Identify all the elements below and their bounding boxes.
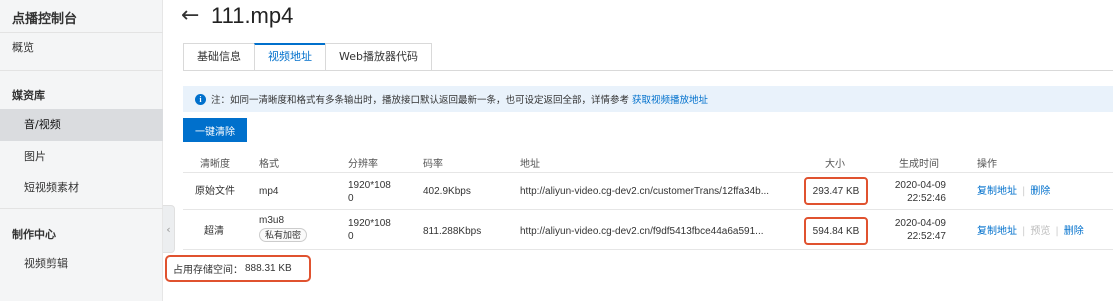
cell-created: 2020-04-09 22:52:46 [889,179,946,205]
notice-banner: i 注：如同一清晰度和格式有多条输出时，播放接口默认返回最新一条，也可设定返回全… [183,86,1113,112]
console-title: 点播控制台 [12,12,78,27]
sidebar-collapse-handle[interactable]: ‹ [163,205,175,253]
table-row: 超清 m3u8 私有加密 1920*108 0 811.288Kbps http… [183,210,1113,250]
col-url: 地址 [520,159,540,170]
sidebar-item-audio-video[interactable]: 音/视频 [0,109,163,141]
created-time: 22:52:46 [907,193,946,204]
divider [0,208,163,209]
cell-actions: 复制地址 | 删除 [977,185,1050,198]
table-row: 原始文件 mp4 1920*108 0 402.9Kbps http://ali… [183,173,1113,210]
back-arrow-icon[interactable]: ← [181,2,199,30]
cell-created: 2020-04-09 22:52:47 [889,217,946,243]
delete-button[interactable]: 删除 [1064,226,1084,237]
sidebar-item-images[interactable]: 图片 [0,141,163,173]
cell-definition: 原始文件 [195,186,235,197]
resolution-line: 1920*108 [348,180,391,191]
col-definition: 清晰度 [200,159,230,170]
resolution-line: 1920*108 [348,218,391,229]
preview-button[interactable]: 预览 [1030,226,1050,237]
chevron-left-icon: ‹ [166,222,171,236]
copy-url-button[interactable]: 复制地址 [977,226,1017,237]
table-header: 清晰度 格式 分辨率 码率 地址 大小 生成时间 操作 [183,149,1113,173]
sidebar-item-video-editing[interactable]: 视频剪辑 [0,248,163,280]
get-play-url-link[interactable]: 获取视频播放地址 [632,92,708,106]
divider [0,70,163,71]
tab-web-player-code[interactable]: Web播放器代码 [325,43,432,71]
sidebar-item-overview[interactable]: 概览 [0,32,163,64]
action-separator: | [1022,186,1026,197]
cell-url: http://aliyun-video.cg-dev2.cn/customerT… [520,186,770,197]
page-title: 111.mp4 [211,3,294,28]
tab-basic-info[interactable]: 基础信息 [183,43,254,71]
delete-button[interactable]: 删除 [1030,186,1050,197]
cell-url: http://aliyun-video.cg-dev2.cn/f9df5413f… [520,226,764,237]
notice-text: 注：如同一清晰度和格式有多条输出时，播放接口默认返回最新一条，也可设定返回全部，… [211,95,630,106]
cell-size: 594.84 KB [804,217,868,245]
col-created: 生成时间 [899,159,939,170]
clear-all-button[interactable]: 一键清除 [183,118,247,142]
cell-size: 293.47 KB [804,177,868,205]
col-bitrate: 码率 [423,159,443,170]
sidebar-item-short-video[interactable]: 短视频素材 [0,172,163,204]
col-size: 大小 [825,159,845,170]
cell-format: m3u8 私有加密 [259,214,308,242]
created-date: 2020-04-09 [894,180,946,191]
tab-bar: 基础信息 视频地址 Web播放器代码 [183,43,432,71]
col-format: 格式 [259,159,279,170]
cell-bitrate: 811.288Kbps [423,226,482,237]
encryption-tag: 私有加密 [259,228,308,242]
sidebar-section-production: 制作中心 [12,228,56,241]
storage-label: 占用存储空间： [173,265,243,276]
action-separator: | [1022,226,1026,237]
sidebar: 点播控制台 概览 媒资库 音/视频 图片 短视频素材 制作中心 视频剪辑 [0,0,163,301]
resolution-line: 0 [348,193,354,204]
copy-url-button[interactable]: 复制地址 [977,186,1017,197]
col-resolution: 分辨率 [348,159,378,170]
storage-usage: 占用存储空间： 888.31 KB [165,255,311,282]
tab-divider [183,70,1113,71]
cell-definition: 超清 [204,226,224,237]
tab-video-url[interactable]: 视频地址 [254,43,325,71]
created-date: 2020-04-09 [894,218,946,229]
cell-resolution: 1920*108 0 [348,217,391,243]
action-separator: | [1055,226,1059,237]
info-icon: i [195,93,206,105]
col-actions: 操作 [977,159,997,170]
created-time: 22:52:47 [907,231,946,242]
cell-format: mp4 [259,186,279,197]
sidebar-section-media: 媒资库 [12,89,45,102]
cell-bitrate: 402.9Kbps [423,186,471,197]
cell-resolution: 1920*108 0 [348,179,391,205]
resolution-line: 0 [348,231,354,242]
cell-actions: 复制地址 | 预览 | 删除 [977,225,1084,238]
storage-value: 888.31 KB [245,263,292,274]
format-value: m3u8 [259,215,285,226]
